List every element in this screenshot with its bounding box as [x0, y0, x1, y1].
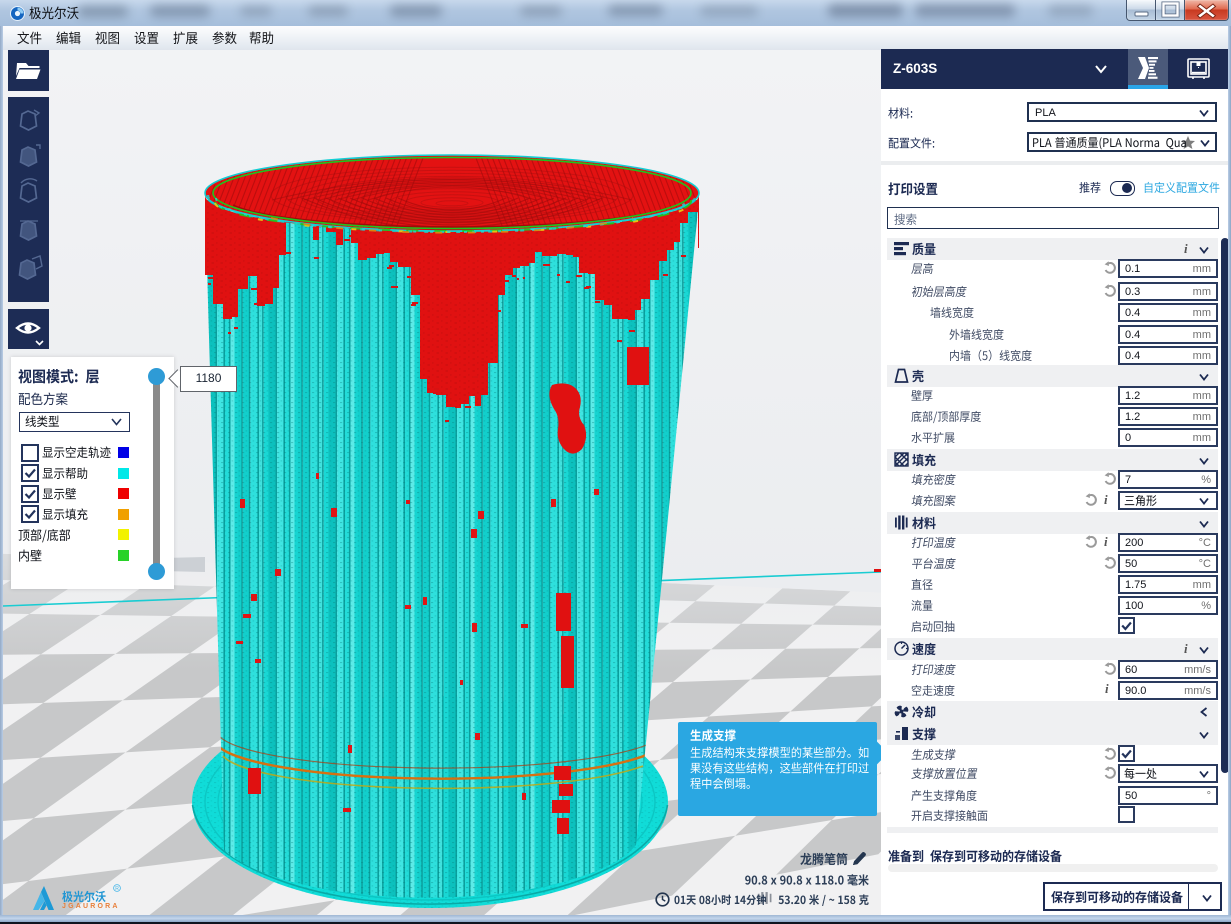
svg-text:R: R	[115, 886, 119, 892]
